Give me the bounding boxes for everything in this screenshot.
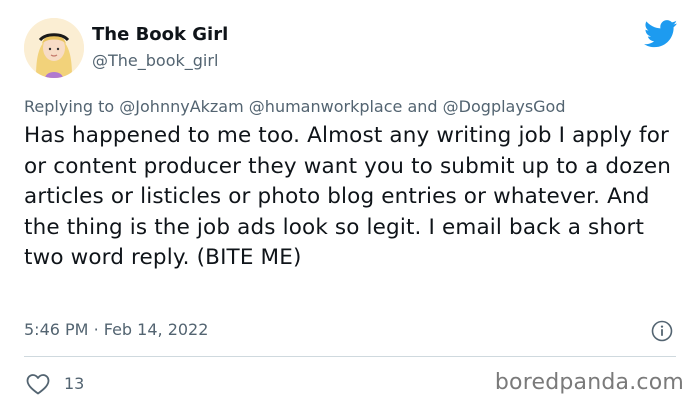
replying-prefix: Replying to xyxy=(24,97,115,116)
tweet-text: Has happened to me too. Almost any writi… xyxy=(24,123,672,271)
avatar[interactable] xyxy=(24,18,84,78)
tweet-timestamp[interactable]: 5:46 PM · Feb 14, 2022 xyxy=(24,320,208,339)
timestamp-separator: · xyxy=(93,320,99,339)
replying-to: Replying to @JohnnyAkzam @humanworkplace… xyxy=(24,97,566,116)
like-count: 13 xyxy=(64,374,85,393)
tweet-card: The Book Girl @The_book_girl Replying to… xyxy=(0,0,700,410)
mention-link[interactable]: @DogplaysGod xyxy=(443,97,566,116)
tweet-date: Feb 14, 2022 xyxy=(103,320,209,339)
handle[interactable]: @The_book_girl xyxy=(92,51,218,70)
mention-link[interactable]: @JohnnyAkzam xyxy=(119,97,243,116)
replying-joiner: and xyxy=(407,97,438,116)
display-name[interactable]: The Book Girl xyxy=(92,24,228,45)
tweet-time: 5:46 PM xyxy=(24,320,89,339)
mention-link[interactable]: @humanworkplace xyxy=(249,97,403,116)
divider xyxy=(24,356,676,357)
info-icon[interactable] xyxy=(651,320,673,342)
watermark: boredpanda.com xyxy=(494,370,684,395)
twitter-bird-icon[interactable] xyxy=(644,20,678,48)
avatar-illustration xyxy=(24,18,84,78)
heart-outline-icon[interactable] xyxy=(26,373,50,395)
